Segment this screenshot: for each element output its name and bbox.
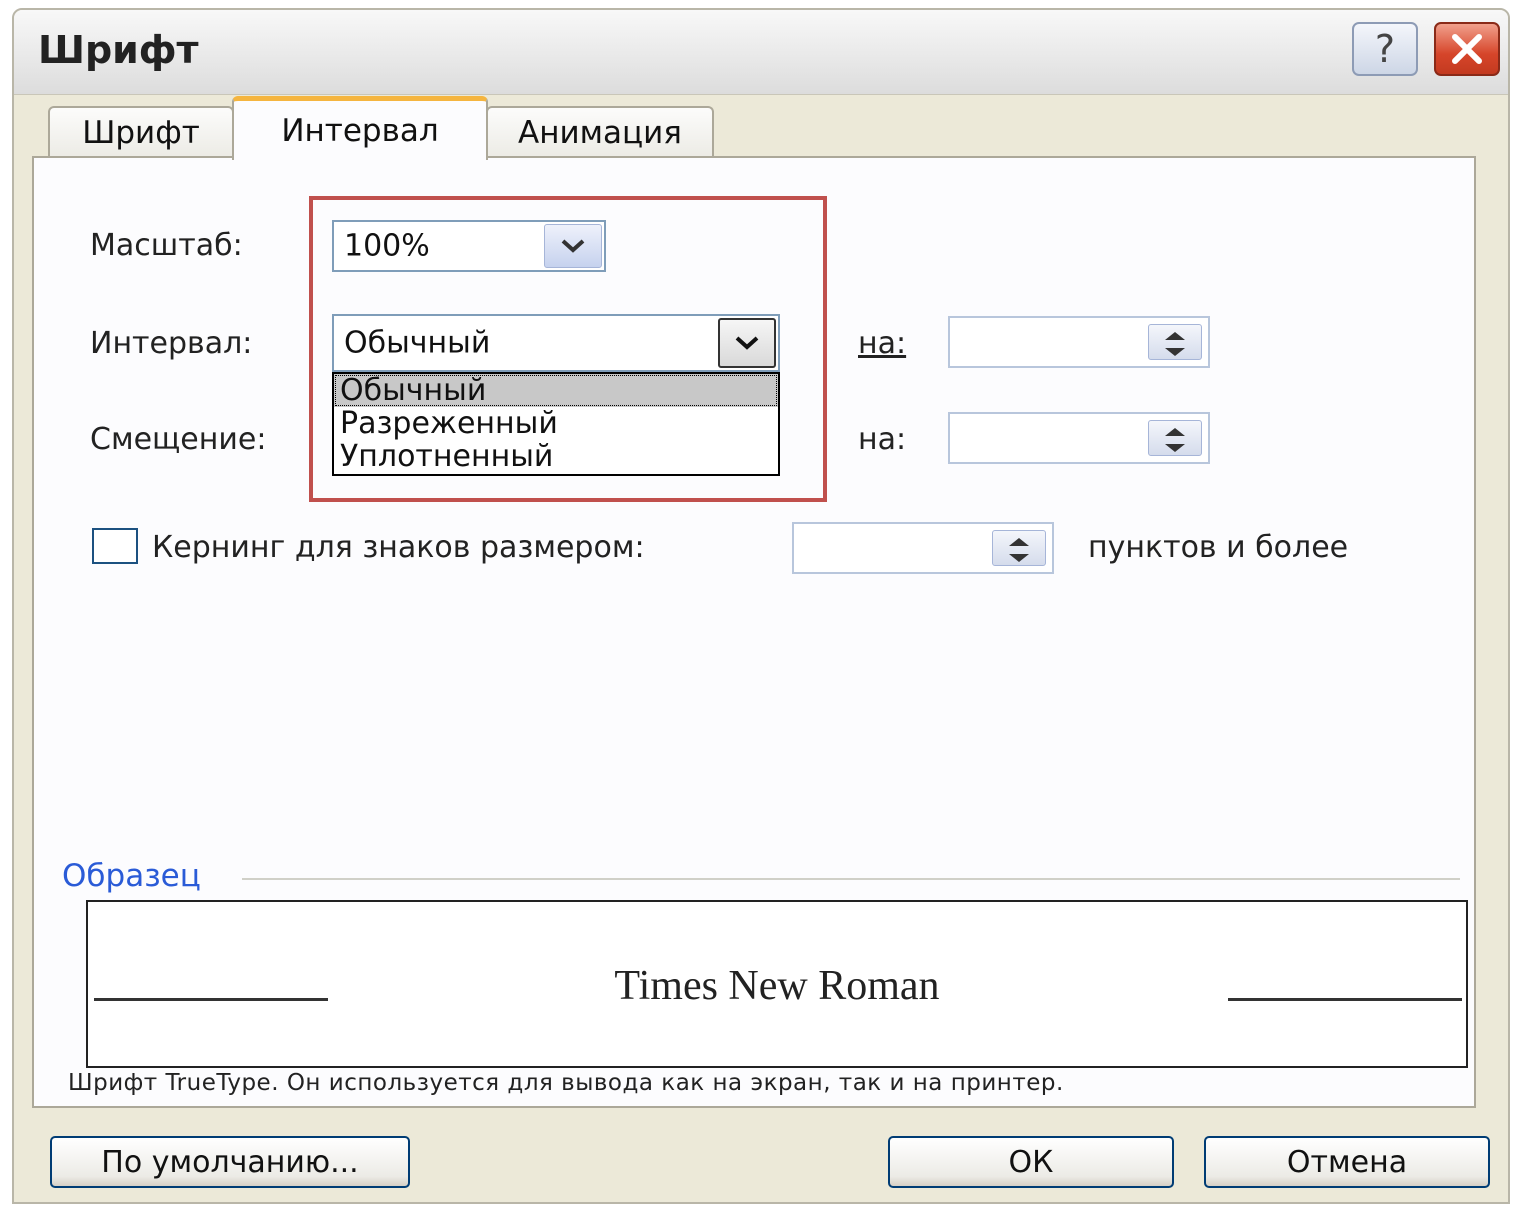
dialog-title: Шрифт: [38, 28, 199, 72]
section-divider: [242, 878, 1460, 880]
position-label: Смещение:: [90, 422, 267, 457]
tab-font[interactable]: Шрифт: [48, 106, 234, 158]
position-spin-buttons[interactable]: [1148, 420, 1202, 456]
help-button[interactable]: ?: [1352, 22, 1418, 76]
preview-sample-text: Times New Roman: [614, 963, 940, 1009]
tab-animation[interactable]: Анимация: [486, 106, 714, 158]
default-button[interactable]: По умолчанию...: [50, 1136, 410, 1188]
position-by-label: на:: [858, 422, 907, 457]
tab-animation-label: Анимация: [518, 115, 682, 151]
kerning-label: Кернинг для знаков размером:: [152, 530, 645, 565]
cancel-button[interactable]: Отмена: [1204, 1136, 1490, 1188]
chevron-down-icon: [735, 336, 759, 350]
spacing-dropdown-button[interactable]: [718, 318, 776, 368]
spacing-label: Интервал:: [90, 326, 253, 361]
spin-arrows-icon: [1009, 538, 1029, 562]
tab-font-label: Шрифт: [82, 115, 200, 151]
kerning-suffix: пунктов и более: [1088, 530, 1349, 565]
scale-combobox[interactable]: 100%: [332, 220, 606, 272]
kerning-spin-buttons[interactable]: [992, 530, 1046, 566]
spacing-option-expanded[interactable]: Разреженный: [334, 407, 778, 440]
preview-section-label: Образец: [62, 858, 201, 894]
spacing-option-normal[interactable]: Обычный: [334, 374, 778, 407]
spin-arrows-icon: [1165, 428, 1185, 452]
position-by-spinner[interactable]: [948, 412, 1210, 464]
close-icon: [1452, 34, 1482, 64]
scale-value: 100%: [344, 228, 430, 264]
spacing-by-label: на:: [858, 326, 907, 361]
font-type-note: Шрифт TrueType. Он используется для выво…: [68, 1070, 1064, 1096]
spacing-option-condensed[interactable]: Уплотненный: [334, 440, 778, 473]
chevron-down-icon: [561, 239, 585, 253]
close-button[interactable]: [1434, 22, 1500, 76]
spacing-spin-buttons[interactable]: [1148, 324, 1202, 360]
scale-dropdown-button[interactable]: [544, 224, 602, 268]
tab-spacing-label: Интервал: [281, 112, 439, 149]
title-bar: Шрифт ?: [14, 10, 1508, 95]
scale-label: Масштаб:: [90, 228, 243, 263]
spacing-by-spinner[interactable]: [948, 316, 1210, 368]
kerning-checkbox[interactable]: [92, 528, 138, 564]
spin-arrows-icon: [1165, 332, 1185, 356]
spacing-dropdown-list: Обычный Разреженный Уплотненный: [332, 372, 780, 476]
spacing-combobox[interactable]: Обычный: [332, 314, 780, 372]
ok-button[interactable]: ОК: [888, 1136, 1174, 1188]
tab-spacing[interactable]: Интервал: [232, 96, 488, 160]
help-icon: ?: [1374, 27, 1396, 71]
kerning-size-spinner[interactable]: [792, 522, 1054, 574]
preview-box: Times New Roman: [86, 900, 1468, 1068]
spacing-value: Обычный: [344, 325, 491, 361]
